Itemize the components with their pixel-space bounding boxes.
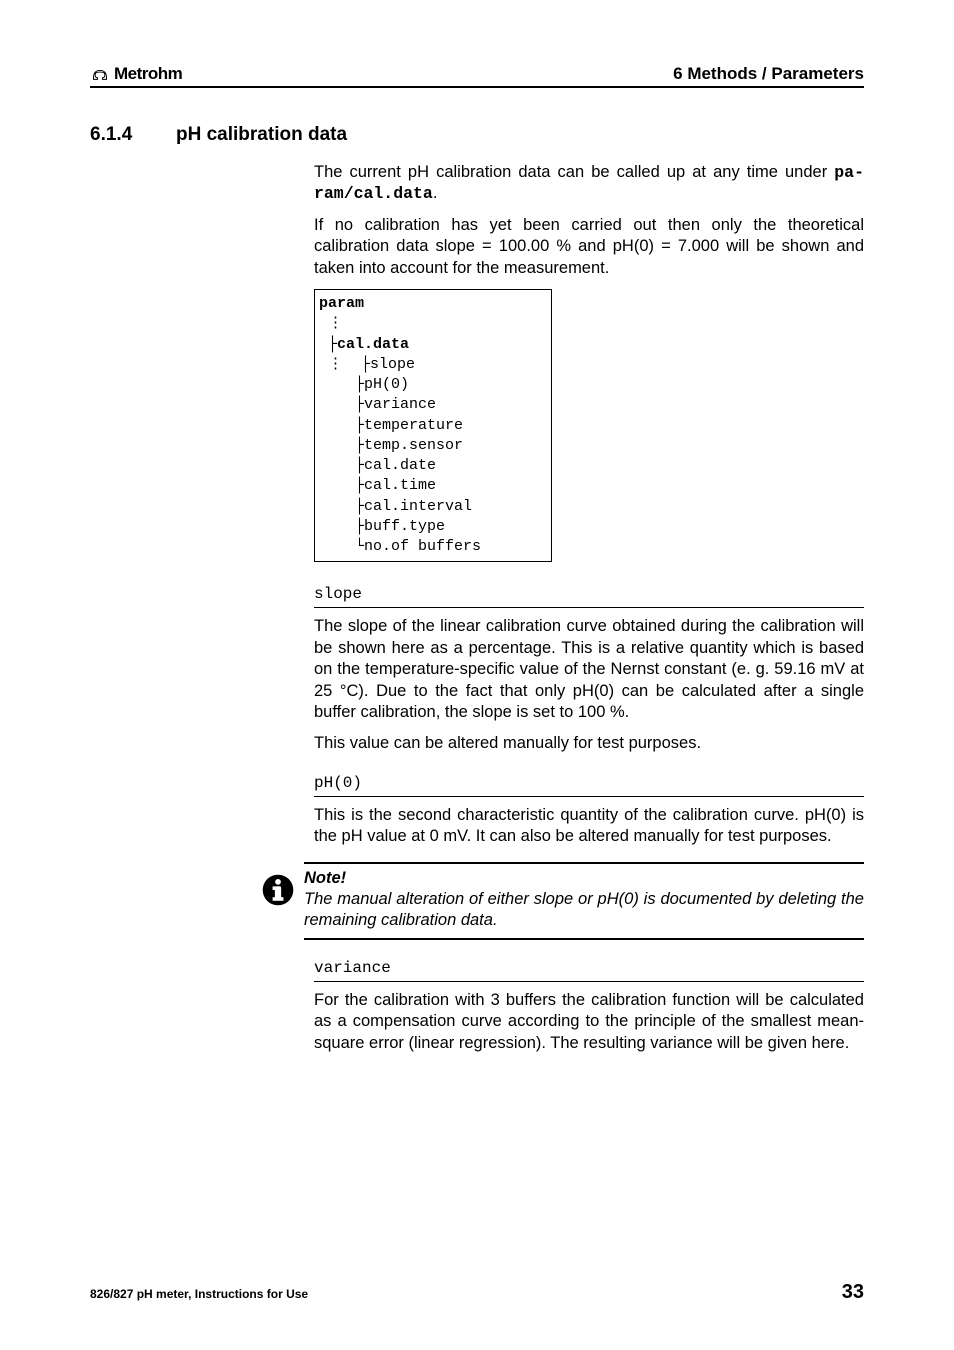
note-title: Note! bbox=[304, 868, 864, 889]
page-number: 33 bbox=[842, 1281, 864, 1304]
page-header: Metrohm 6 Methods / Parameters bbox=[90, 64, 864, 88]
term-variance-heading: variance bbox=[314, 958, 864, 982]
note-body: The manual alteration of either slope or… bbox=[304, 889, 864, 932]
section-heading: 6.1.4 pH calibration data bbox=[90, 124, 864, 146]
slope-paragraph-1: The slope of the linear calibration curv… bbox=[314, 616, 864, 723]
ph0-paragraph: This is the second characteristic quanti… bbox=[314, 805, 864, 848]
slope-paragraph-2: This value can be altered manually for t… bbox=[314, 733, 864, 754]
intro-paragraph-1: The current pH calibration data can be c… bbox=[314, 162, 864, 205]
omega-icon bbox=[90, 68, 110, 81]
note-block: Note! The manual alteration of either sl… bbox=[260, 862, 864, 940]
brand-logo: Metrohm bbox=[90, 64, 182, 84]
page-footer: 826/827 pH meter, Instructions for Use 3… bbox=[90, 1281, 864, 1304]
intro-paragraph-2: If no calibration has yet been carried o… bbox=[314, 215, 864, 279]
term-slope-heading: slope bbox=[314, 584, 864, 608]
term-ph0-heading: pH(0) bbox=[314, 773, 864, 797]
param-tree: param ⋮ ├cal.data ⋮ ├slope ├pH(0) ├varia… bbox=[314, 289, 552, 562]
section-title: pH calibration data bbox=[176, 124, 347, 146]
variance-paragraph: For the calibration with 3 buffers the c… bbox=[314, 990, 864, 1054]
breadcrumb: 6 Methods / Parameters bbox=[673, 64, 864, 84]
brand-name: Metrohm bbox=[114, 64, 182, 84]
footer-doc-title: 826/827 pH meter, Instructions for Use bbox=[90, 1287, 308, 1301]
section-number: 6.1.4 bbox=[90, 124, 176, 146]
info-icon bbox=[260, 862, 304, 913]
